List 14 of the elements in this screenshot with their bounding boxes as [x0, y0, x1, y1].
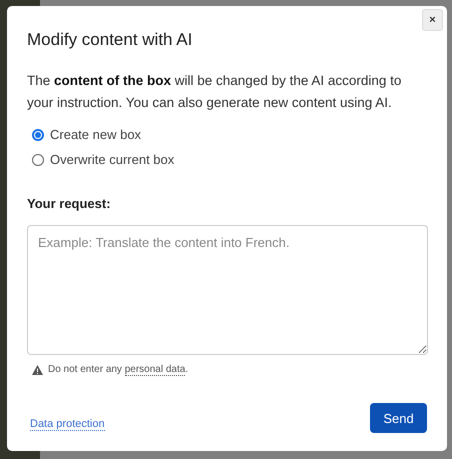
request-field[interactable]: Example: Translate the content into French. — [27, 225, 428, 355]
request-label: Your request: — [27, 196, 112, 211]
warning-icon — [32, 364, 43, 374]
close-button[interactable]: × — [422, 9, 443, 31]
description-text: The content of the box will be changed by the AI according to your instruction. You can also generate new content using AI. — [27, 72, 402, 112]
dialog-title: Modify content with AI — [27, 30, 194, 50]
option-label[interactable]: Create new box — [50, 127, 142, 142]
send-button[interactable]: Send — [370, 403, 427, 433]
personal-data-link[interactable]: personal data — [124, 364, 186, 376]
option-label[interactable]: Overwrite current box — [50, 152, 174, 167]
radio-button[interactable] — [32, 154, 44, 166]
radio-button[interactable] — [32, 128, 44, 140]
data-protection-link[interactable]: Data protection — [30, 418, 105, 431]
notice-text: Do not enter any personal data. — [48, 364, 188, 375]
